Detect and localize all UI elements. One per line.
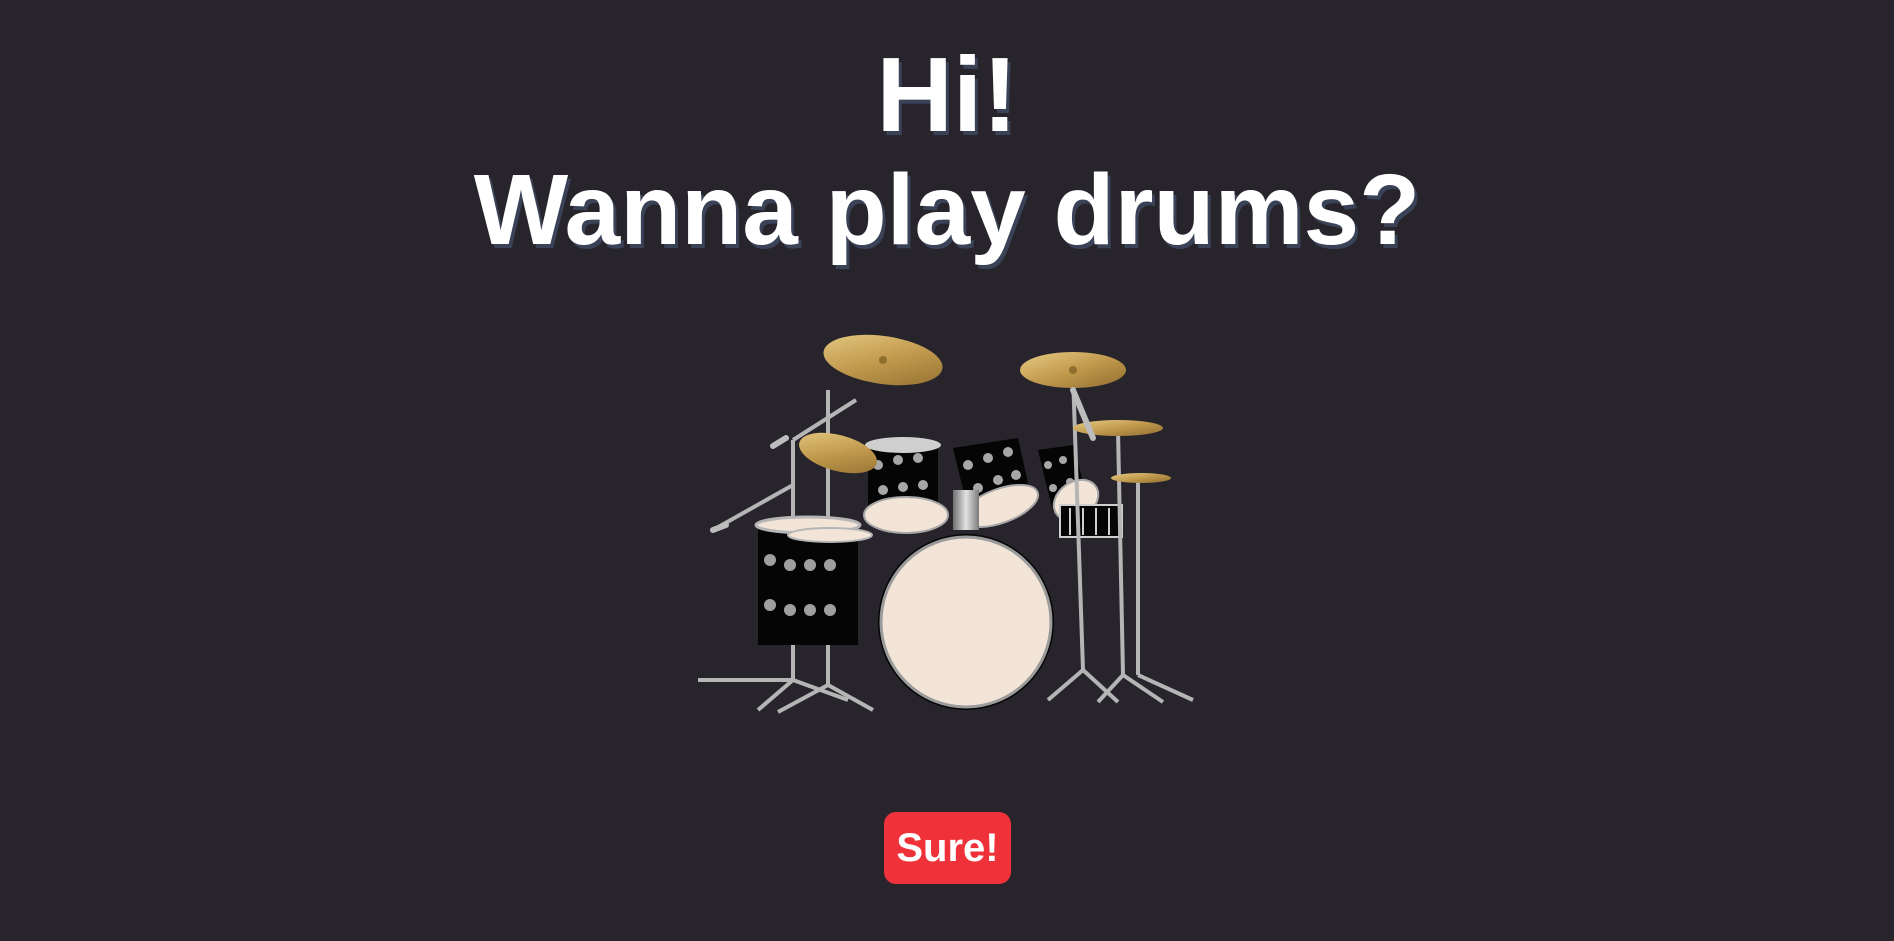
floor-tom xyxy=(754,515,873,645)
rack-tom-left xyxy=(863,437,949,534)
sure-button[interactable]: Sure! xyxy=(884,812,1011,884)
drum-kit-icon xyxy=(698,334,1194,714)
welcome-screen: Hi! Wanna play drums? Sure! xyxy=(0,0,1894,941)
question-title: Wanna play drums? xyxy=(473,154,1421,266)
crash-cymbal-right xyxy=(1020,352,1126,388)
china-cymbal xyxy=(1111,473,1171,483)
greeting-title: Hi! xyxy=(876,36,1018,154)
snare-drum xyxy=(1059,504,1123,538)
crash-cymbal-left xyxy=(823,334,943,386)
